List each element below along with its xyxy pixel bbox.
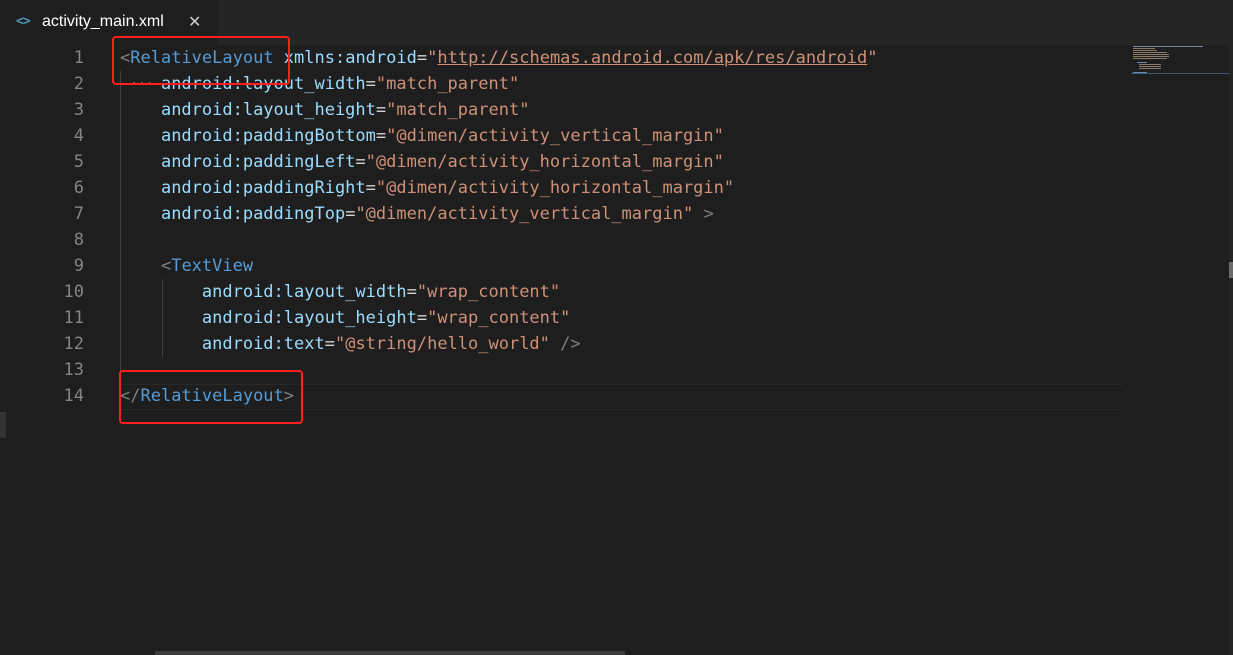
code-text: android:layout_height="match_parent" xyxy=(120,97,529,123)
token-eq xyxy=(120,126,161,146)
line-number: 7 xyxy=(73,204,84,224)
code-text: android:paddingRight="@dimen/activity_ho… xyxy=(120,175,734,201)
horizontal-scrollbar[interactable] xyxy=(155,651,625,655)
vertical-scrollbar[interactable] xyxy=(1229,45,1233,655)
token-eq: = xyxy=(365,178,376,198)
token-eq xyxy=(120,178,161,198)
xml-code-icon: <> xyxy=(16,14,31,29)
code-line[interactable]: 9 <TextView xyxy=(0,253,1130,279)
code-line[interactable]: 12 android:text="@string/hello_world" /> xyxy=(0,331,1130,357)
token-br: < xyxy=(160,256,172,276)
token-str: "@string/hello_world" xyxy=(334,334,550,354)
code-line[interactable]: 5 android:paddingLeft="@dimen/activity_h… xyxy=(0,149,1130,175)
token-eq xyxy=(693,204,703,224)
token-str: "@dimen/activity_horizontal_margin" xyxy=(365,152,724,172)
token-attr: xmlns:android xyxy=(283,48,417,68)
token-eq: = xyxy=(355,152,366,172)
token-tag: TextView xyxy=(171,256,254,276)
token-attr: android:layout_height xyxy=(201,308,417,328)
code-line[interactable]: 6 android:paddingRight="@dimen/activity_… xyxy=(0,175,1130,201)
line-number: 8 xyxy=(73,230,84,250)
token-eq xyxy=(120,256,161,276)
code-line[interactable]: 10 android:layout_width="wrap_content" xyxy=(0,279,1130,305)
code-line[interactable]: 7 android:paddingTop="@dimen/activity_ve… xyxy=(0,201,1130,227)
token-str: "match_parent" xyxy=(375,74,520,94)
scrollbar-marker xyxy=(1229,262,1233,278)
token-eq: = xyxy=(324,334,335,354)
tab-title: activity_main.xml xyxy=(42,13,164,30)
token-str: "match_parent" xyxy=(386,100,530,120)
line-number: 5 xyxy=(73,152,84,172)
token-str: "@dimen/activity_vertical_margin" xyxy=(355,204,694,224)
token-eq: = xyxy=(416,48,428,68)
token-attr: android:paddingBottom xyxy=(160,126,376,146)
line-number: 4 xyxy=(73,126,84,146)
line-number: 1 xyxy=(73,48,84,68)
code-line[interactable]: 3 android:layout_height="match_parent" xyxy=(0,97,1130,123)
line-number: 6 xyxy=(73,178,84,198)
annotation-box-open-tag xyxy=(112,36,290,85)
annotation-box-close-tag xyxy=(119,370,303,424)
code-line[interactable]: 4 android:paddingBottom="@dimen/activity… xyxy=(0,123,1130,149)
token-str: " xyxy=(427,48,438,68)
token-attr: android:layout_height xyxy=(160,100,376,120)
code-editor[interactable]: 1 <RelativeLayout xmlns:android="http://s… xyxy=(0,36,1233,655)
code-line[interactable]: 11 android:layout_height="wrap_content" xyxy=(0,305,1130,331)
gutter-marker xyxy=(0,412,6,438)
code-text: android:layout_height="wrap_content" xyxy=(120,305,570,331)
token-br: > xyxy=(703,204,714,224)
token-str: "wrap_content" xyxy=(416,282,561,302)
line-number: 3 xyxy=(73,100,84,120)
line-number: 9 xyxy=(73,256,84,276)
line-number: 11 xyxy=(63,308,84,328)
close-icon[interactable]: ✕ xyxy=(188,12,201,32)
token-eq xyxy=(120,204,161,224)
line-number: 14 xyxy=(63,386,84,406)
code-text: <TextView xyxy=(120,253,253,279)
line-number: 12 xyxy=(63,334,84,354)
token-eq: = xyxy=(375,100,387,120)
token-attr: android:paddingTop xyxy=(160,204,346,224)
token-eq: = xyxy=(406,282,417,302)
token-attr: android:text xyxy=(201,334,325,354)
token-attr: android:layout_width xyxy=(201,282,407,302)
token-str: "@dimen/activity_horizontal_margin" xyxy=(375,178,735,198)
code-text: android:paddingBottom="@dimen/activity_v… xyxy=(120,123,724,149)
line-number: 2 xyxy=(73,74,84,94)
token-eq xyxy=(120,152,161,172)
token-str: "wrap_content" xyxy=(427,308,571,328)
token-eq xyxy=(120,334,202,354)
code-text: android:paddingTop="@dimen/activity_vert… xyxy=(120,201,714,227)
token-attr: android:paddingRight xyxy=(160,178,366,198)
token-str: " xyxy=(867,48,878,68)
token-eq xyxy=(120,282,202,302)
token-eq: = xyxy=(416,308,428,328)
code-text: android:paddingLeft="@dimen/activity_hor… xyxy=(120,149,724,175)
token-attr: android:paddingLeft xyxy=(160,152,356,172)
line-number: 13 xyxy=(63,360,84,380)
code-text: android:text="@string/hello_world" /> xyxy=(120,331,581,357)
token-eq xyxy=(120,100,161,120)
line-number: 10 xyxy=(63,282,84,302)
token-eq: = xyxy=(345,204,356,224)
token-eq xyxy=(120,308,202,328)
token-str: "@dimen/activity_vertical_margin" xyxy=(386,126,724,146)
token-url: http://schemas.android.com/apk/res/andro… xyxy=(437,48,868,68)
token-br: /> xyxy=(560,334,581,354)
token-eq xyxy=(550,334,560,354)
token-eq: = xyxy=(365,74,376,94)
minimap-slider[interactable] xyxy=(1131,45,1229,74)
code-line[interactable]: 8 xyxy=(0,227,1130,253)
code-text: android:layout_width="wrap_content" xyxy=(120,279,560,305)
token-eq: = xyxy=(375,126,387,146)
